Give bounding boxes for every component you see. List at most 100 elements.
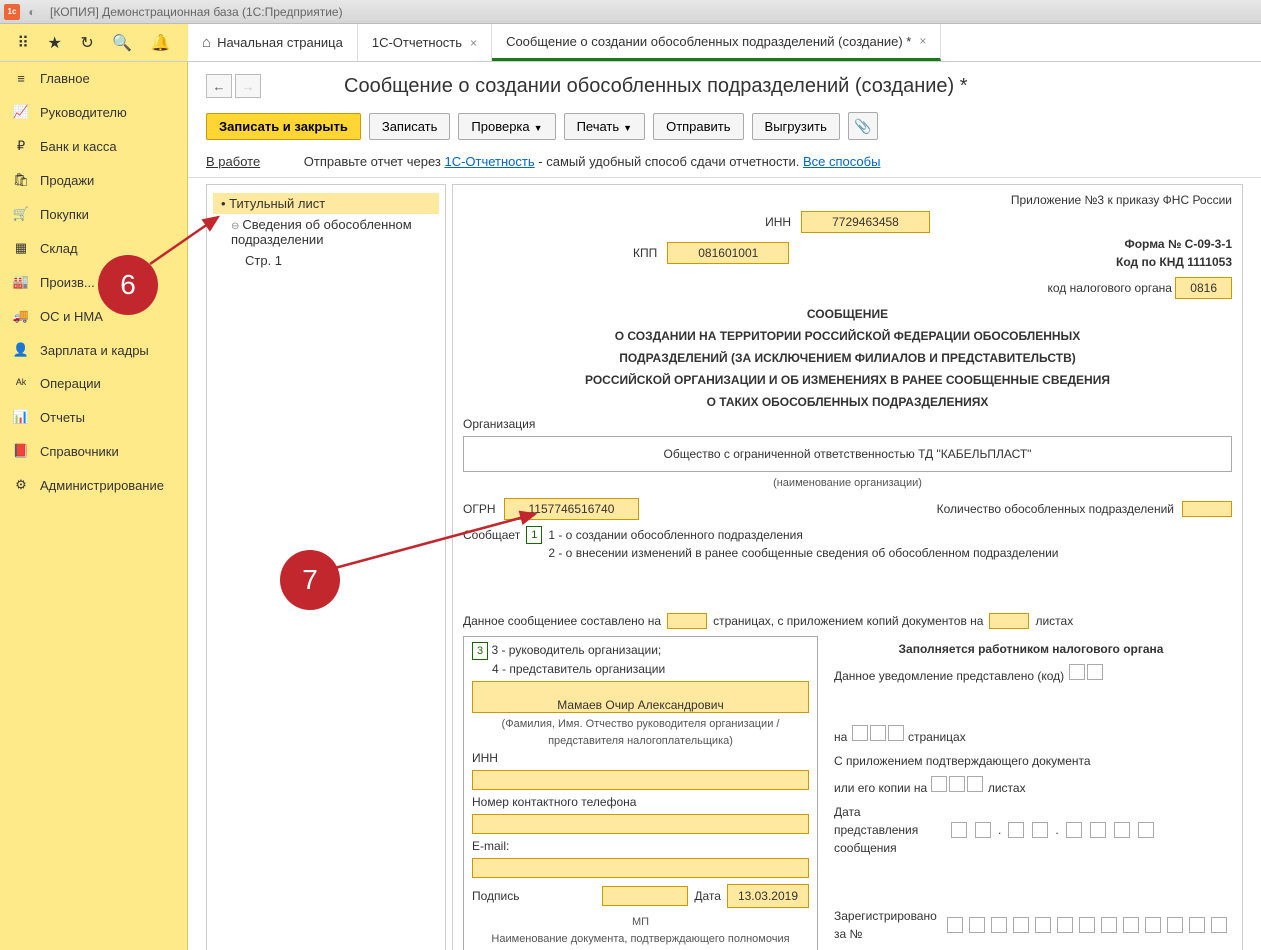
- check-button[interactable]: Проверка▼: [458, 113, 555, 140]
- tree-node-subdivision[interactable]: ⊖Сведения об обособленном подразделении: [213, 214, 439, 250]
- send-button[interactable]: Отправить: [653, 113, 743, 140]
- form-number: Форма № С-09-3-1: [1116, 235, 1232, 253]
- appendix-label: Приложение №3 к приказу ФНС России: [463, 191, 1232, 209]
- sidebar-label: Операции: [40, 376, 101, 391]
- sidebar-item-0[interactable]: ≡ Главное: [0, 62, 187, 95]
- tree-node-title[interactable]: • Титульный лист: [213, 193, 439, 214]
- email-field[interactable]: [472, 858, 809, 878]
- app-icon-1c: 1c: [4, 4, 20, 20]
- chevron-down-icon: ▼: [623, 123, 632, 133]
- sidebar-icon: ≡: [12, 71, 30, 86]
- kpp-label: КПП: [633, 244, 657, 262]
- tab-label: Начальная страница: [217, 35, 343, 50]
- close-icon[interactable]: ×: [470, 36, 477, 50]
- btn-label: Проверка: [471, 119, 529, 134]
- docs-count[interactable]: [989, 613, 1029, 629]
- sidebar-icon: 📊: [12, 409, 30, 425]
- save-button[interactable]: Записать: [369, 113, 451, 140]
- sidebar-icon: ▦: [12, 240, 30, 256]
- left-column: 3 3 - руководитель организации; 4 - пред…: [463, 636, 818, 950]
- sidebar: ≡ Главное 📈 Руководителю ₽Банк и касса🛍Прода…: [0, 62, 188, 950]
- sidebar-label: Справочники: [40, 444, 119, 459]
- sidebar-item-7[interactable]: 🚚ОС и НМА: [0, 299, 187, 333]
- tab-home[interactable]: Начальная страница: [188, 24, 358, 61]
- link-1c-report[interactable]: 1С-Отчетность: [444, 154, 534, 169]
- sidebar-label: Отчеты: [40, 410, 85, 425]
- email-label: E-mail:: [472, 837, 809, 855]
- apps-icon[interactable]: ⠿: [17, 33, 29, 53]
- kpp-value[interactable]: 081601001: [667, 242, 789, 264]
- sidebar-item-6[interactable]: 🏭 Произв...: [0, 265, 187, 299]
- sidebar-label: Руководителю: [40, 105, 127, 120]
- sidebar-icon: 📈: [12, 104, 30, 120]
- sidebar-item-2[interactable]: ₽Банк и касса: [0, 129, 187, 163]
- toolbar-iconbar: ⠿ ★ ↻ 🔍 🔔: [0, 24, 188, 61]
- inn-value[interactable]: 7729463458: [801, 211, 930, 233]
- forward-button[interactable]: →: [235, 74, 261, 98]
- report-form: Приложение №3 к приказу ФНС России ИНН 7…: [452, 184, 1243, 950]
- knd-code: Код по КНД 1111053: [1116, 253, 1232, 271]
- action-bar: Записать и закрыть Записать Проверка▼ Пе…: [188, 102, 1261, 150]
- inn2-field[interactable]: [472, 770, 809, 790]
- sign-label: Подпись: [472, 887, 602, 905]
- date-value[interactable]: 13.03.2019: [727, 884, 809, 908]
- collapse-icon[interactable]: ⊖: [231, 221, 239, 232]
- sidebar-label: ОС и НМА: [40, 309, 103, 324]
- star-icon[interactable]: ★: [48, 33, 62, 53]
- tabs: Начальная страница 1С-Отчетность × Сообще…: [188, 24, 941, 61]
- sign-field[interactable]: [602, 886, 688, 906]
- count-label: Количество обособленных подразделений: [937, 500, 1174, 518]
- sidebar-item-12[interactable]: ⚙Администрирование: [0, 468, 187, 502]
- sidebar-item-1[interactable]: 📈 Руководителю: [0, 95, 187, 129]
- content: ← → Сообщение о создании обособленных по…: [188, 62, 1261, 950]
- count-value[interactable]: [1182, 501, 1232, 517]
- sidebar-icon: ᴬᵏ: [12, 376, 30, 391]
- tab-label: 1С-Отчетность: [372, 35, 462, 50]
- status-link[interactable]: В работе: [206, 154, 260, 169]
- tab-message[interactable]: Сообщение о создании обособленных подраз…: [492, 24, 941, 61]
- save-close-button[interactable]: Записать и закрыть: [206, 113, 361, 140]
- role-value[interactable]: 3: [472, 642, 488, 661]
- sidebar-item-11[interactable]: 📕Справочники: [0, 434, 187, 468]
- org-label: Организация: [463, 415, 1232, 433]
- sidebar-item-9[interactable]: ᴬᵏ Операции: [0, 367, 187, 400]
- link-all-ways[interactable]: Все способы: [803, 154, 880, 169]
- sidebar-item-5[interactable]: ▦Склад: [0, 231, 187, 265]
- tab-reporting[interactable]: 1С-Отчетность ×: [358, 24, 492, 61]
- annotation-badge-6: 6: [98, 255, 158, 315]
- annotation-badge-7: 7: [280, 550, 340, 610]
- sidebar-item-3[interactable]: 🛍Продажи: [0, 163, 187, 197]
- bell-icon[interactable]: 🔔: [151, 33, 171, 53]
- sidebar-label: Покупки: [40, 207, 89, 222]
- close-icon[interactable]: ×: [919, 34, 926, 48]
- search-icon[interactable]: 🔍: [112, 33, 132, 53]
- tax-code-label: код налогового органа: [1047, 281, 1172, 295]
- history-icon[interactable]: ↻: [80, 33, 93, 53]
- fio-field[interactable]: Мамаев Очир Александрович: [472, 681, 809, 713]
- org-name[interactable]: Общество с ограниченной ответственностью…: [463, 436, 1232, 472]
- sidebar-label: Главное: [40, 71, 90, 86]
- page-title: Сообщение о создании обособленных подраз…: [344, 75, 968, 98]
- tax-code-value[interactable]: 0816: [1175, 277, 1232, 299]
- tree-node-page1[interactable]: Стр. 1: [213, 250, 439, 271]
- dropdown-icon[interactable]: ◐: [24, 4, 40, 20]
- sidebar-icon: 🏭: [12, 274, 30, 290]
- report-type-value[interactable]: 1: [526, 526, 542, 545]
- sidebar-item-4[interactable]: 🛒Покупки: [0, 197, 187, 231]
- export-button[interactable]: Выгрузить: [752, 113, 840, 140]
- sidebar-label: Произв...: [40, 275, 95, 290]
- print-button[interactable]: Печать▼: [564, 113, 646, 140]
- date-label: Дата: [688, 887, 727, 905]
- sidebar-item-8[interactable]: 👤Зарплата и кадры: [0, 333, 187, 367]
- ogrn-label: ОГРН: [463, 500, 496, 518]
- sidebar-item-10[interactable]: 📊 Отчеты: [0, 400, 187, 434]
- sidebar-icon: 🛍: [12, 172, 30, 188]
- attach-icon[interactable]: 📎: [848, 112, 878, 140]
- sidebar-label: Администрирование: [40, 478, 164, 493]
- pages-count[interactable]: [667, 613, 707, 629]
- back-button[interactable]: ←: [206, 74, 232, 98]
- sidebar-label: Зарплата и кадры: [40, 343, 149, 358]
- sidebar-label: Банк и касса: [40, 139, 117, 154]
- ogrn-value[interactable]: 1157746516740: [504, 498, 640, 520]
- phone-field[interactable]: [472, 814, 809, 834]
